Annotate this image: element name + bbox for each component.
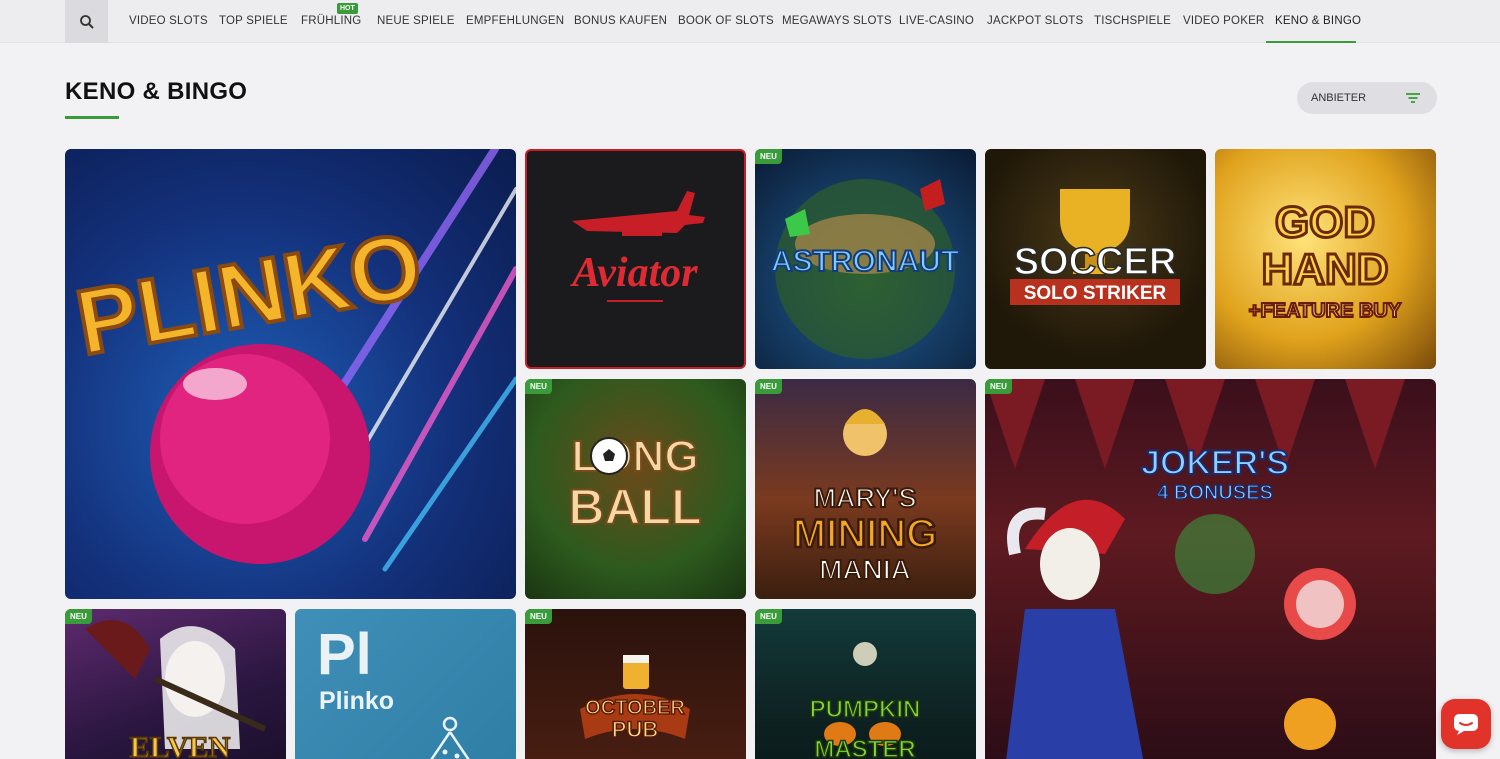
pumpkin-logo-line1: PUMPKIN [810,696,921,723]
new-badge: NEU [755,149,782,164]
elven-logo: ELVEN [130,731,231,759]
marys-artwork: MARY'S MINING MANIA [792,409,938,586]
joker-logo: JOKER'S [1141,444,1289,482]
game-tile-marys-mining-mania[interactable]: MARY'S MINING MANIA NEU [755,379,976,599]
game-tile-october-pub[interactable]: OCTOBER PUB NEU [525,609,746,759]
nav-empfehlungen[interactable]: EMPFEHLUNGEN [466,0,564,43]
godhand-logo-line2: HAND [1261,245,1388,294]
october-logo-line1: OCTOBER [585,697,685,719]
new-badge: NEU [525,609,552,624]
game-tile-elven[interactable]: ELVEN NEU [65,609,286,759]
provider-filter-button[interactable]: ANBIETER [1297,82,1437,114]
nav-tischspiele[interactable]: TISCHSPIELE [1094,0,1171,43]
game-tile-soccer-solo-striker[interactable]: SOCCER SOLO STRIKER [985,149,1206,369]
chat-icon [1454,714,1478,735]
pyramid-icon [430,716,470,759]
soccer-subtitle: SOLO STRIKER [1024,283,1167,304]
joker-artwork: JOKER'S 4 BONUSES [985,379,1405,759]
aviator-artwork: Aviator [569,191,705,302]
marys-logo-line2: MINING [793,512,937,556]
godhand-artwork: GOD HAND +FEATURE BUY [1248,197,1403,324]
nav-top-spiele[interactable]: TOP SPIELE [219,0,288,43]
active-tab-indicator [1266,41,1356,43]
longball-logo-line2: BALL [568,479,701,535]
longball-artwork: LONG BALL [567,431,702,536]
astronaut-artwork: ASTRONAUT [770,179,960,359]
new-badge: NEU [65,609,92,624]
nav-keno-bingo[interactable]: KENO & BINGO [1275,0,1361,43]
game-tile-astronaut[interactable]: ASTRONAUT NEU [755,149,976,369]
game-tile-pumpkin-master[interactable]: PUMPKIN MASTER NEU [755,609,976,759]
game-tile-plinko-2[interactable]: Pl Plinko [295,609,516,759]
new-badge: NEU [525,379,552,394]
search-button[interactable] [65,0,108,43]
game-tile-plinko[interactable]: PLINKO [65,149,516,599]
marys-logo-line3: MANIA [819,554,911,585]
astronaut-logo: ASTRONAUT [771,245,959,278]
nav-jackpot-slots[interactable]: JACKPOT SLOTS [987,0,1083,43]
new-badge: NEU [755,379,782,394]
search-icon [79,14,94,29]
soccer-artwork: SOCCER SOLO STRIKER [1010,189,1180,305]
game-tile-aviator[interactable]: Aviator [525,149,746,369]
game-tile-jokers-4-bonuses[interactable]: JOKER'S 4 BONUSES NEU [985,379,1436,759]
elven-artwork: ELVEN [85,620,267,759]
page-title: KENO & BINGO [65,78,248,105]
nav-neue-spiele[interactable]: NEUE SPIELE [377,0,455,43]
chat-button[interactable] [1441,699,1491,749]
marys-logo-line1: MARY'S [814,483,917,513]
joker-subtitle: 4 BONUSES [1157,482,1273,504]
game-tile-long-ball[interactable]: LONG BALL NEU [525,379,746,599]
soccer-logo: SOCCER [1014,241,1177,283]
new-badge: NEU [985,379,1012,394]
godhand-logo-line1: GOD [1275,198,1375,247]
filter-icon [1406,93,1420,103]
game-tile-god-hand[interactable]: GOD HAND +FEATURE BUY [1215,149,1436,369]
aviator-logo: Aviator [569,250,698,296]
plinko2-code: Pl [317,622,372,687]
title-underline [65,116,119,119]
october-artwork: OCTOBER PUB [580,655,690,743]
category-nav: VIDEO SLOTS TOP SPIELE FRÜHLING HOT NEUE… [0,0,1500,43]
nav-live-casino[interactable]: LIVE-CASINO [899,0,974,43]
filter-label: ANBIETER [1311,92,1367,104]
nav-video-poker[interactable]: VIDEO POKER [1183,0,1264,43]
october-logo-line2: PUB [612,717,658,742]
plinko2-name: Plinko [319,687,395,715]
plinko-artwork: PLINKO [67,149,516,572]
nav-video-slots[interactable]: VIDEO SLOTS [129,0,208,43]
pumpkin-artwork: PUMPKIN MASTER [809,642,921,759]
godhand-subtitle: +FEATURE BUY [1249,300,1402,322]
nav-megaways-slots[interactable]: MEGAWAYS SLOTS [782,0,892,43]
pumpkin-logo-line2: MASTER [814,736,915,759]
hot-badge: HOT [337,3,358,14]
nav-bonus-kaufen[interactable]: BONUS KAUFEN [574,0,667,43]
new-badge: NEU [755,609,782,624]
nav-book-of-slots[interactable]: BOOK OF SLOTS [678,0,774,43]
